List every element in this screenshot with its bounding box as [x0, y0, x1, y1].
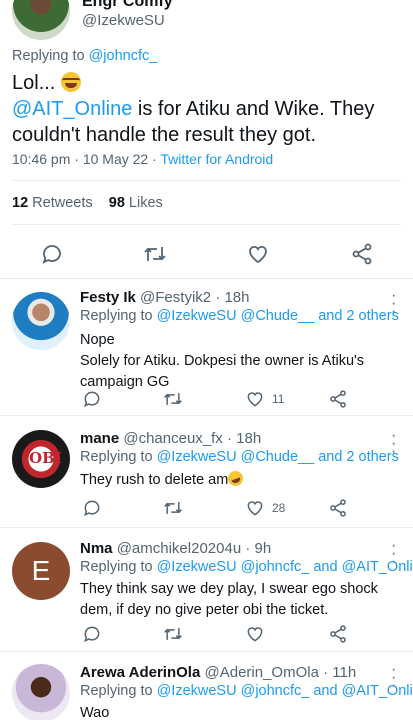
like-icon[interactable] — [246, 242, 270, 266]
reply-handle-time: @Festyik2 · 18h — [140, 289, 250, 306]
reply-handle-time: @chanceux_fx · 18h — [123, 430, 262, 447]
retweet-icon[interactable] — [162, 389, 184, 409]
replying-to-prefix: Replying to — [80, 559, 157, 575]
share-icon[interactable] — [350, 242, 374, 266]
engagement-stats: 12 Retweets 98 Likes — [12, 195, 163, 211]
reply-author[interactable]: mane @chanceux_fx · 18h — [80, 430, 261, 447]
reply-author[interactable]: Festy Ik @Festyik2 · 18h — [80, 289, 249, 306]
retweets-stat[interactable]: 12 Retweets — [12, 195, 93, 211]
replying-to: Replying to @IzekweSU @Chude__ and 2 oth… — [80, 308, 399, 324]
reply-action-bar: 28 — [0, 498, 413, 520]
reply-text-row: They rush to delete am — [80, 468, 400, 491]
replying-to-link[interactable]: @IzekweSU @johncfc_ and @AIT_Online — [157, 559, 413, 575]
laughing-emoji-icon — [60, 72, 81, 92]
retweets-label: Retweets — [32, 195, 93, 211]
replying-to-prefix: Replying to — [80, 449, 157, 465]
likes-stat[interactable]: 98 Likes — [109, 195, 163, 211]
replying-to-prefix: Replying to — [12, 48, 89, 64]
reply-text: Wao — [80, 705, 110, 720]
reply-author-name: Nma — [80, 540, 113, 557]
avatar-text: OBI — [29, 449, 62, 467]
reply-icon[interactable] — [82, 624, 102, 644]
replying-to-prefix: Replying to — [80, 308, 157, 324]
reply-author-name: Festy Ik — [80, 289, 136, 306]
tweet-source[interactable]: Twitter for Android — [160, 151, 273, 167]
reply-author[interactable]: Arewa AderinOla @Aderin_OmOla · 11h — [80, 664, 356, 681]
reply-icon[interactable] — [82, 389, 102, 409]
replying-to-prefix: Replying to — [80, 683, 157, 699]
share-icon[interactable] — [328, 498, 348, 518]
avatar[interactable]: E — [12, 542, 70, 600]
replying-to: Replying to @IzekweSU @johncfc_ and @AIT… — [80, 683, 413, 699]
reply-handle-time: @Aderin_OmOla · 11h — [204, 664, 357, 681]
mention-link[interactable]: @AIT_Online — [12, 98, 132, 120]
list-item[interactable]: OBI mane @chanceux_fx · 18h · · · Replying… — [0, 416, 413, 528]
like-count: 98 — [108, 195, 125, 211]
retweet-icon[interactable] — [162, 498, 184, 518]
reply-like-count: 11 — [272, 392, 285, 406]
retweet-icon[interactable] — [162, 624, 184, 644]
retweet-icon[interactable] — [142, 242, 168, 266]
reply-text: They rush to delete am — [80, 472, 229, 488]
reply-text: They think say we dey play, I swear ego … — [80, 581, 378, 618]
tweet-meta: 10:46 pm · 10 May 22 · Twitter for Andro… — [12, 151, 273, 167]
replying-to-link[interactable]: @IzekweSU @Chude__ and 2 others — [157, 308, 399, 324]
replying-to: Replying to @IzekweSU @Chude__ and 2 oth… — [80, 449, 399, 465]
reply-icon[interactable] — [82, 498, 102, 518]
avatar[interactable] — [12, 664, 70, 720]
reply-handle-time: @amchikel20204u · 9h — [116, 540, 272, 557]
reply-text: Nope Solely for Atiku. Dokpesi the owner… — [80, 332, 365, 390]
like-icon[interactable] — [245, 498, 265, 518]
list-item[interactable]: Arewa AderinOla @Aderin_OmOla · 11h · · · … — [0, 652, 413, 720]
replying-to-link[interactable]: @IzekweSU @Chude__ and 2 others — [157, 449, 399, 465]
reply-author-name: Arewa AderinOla — [80, 664, 201, 681]
divider — [12, 180, 401, 181]
rolling-laughing-emoji-icon — [226, 468, 246, 489]
list-item[interactable]: Festy Ik @Festyik2 · 18h · · · Replying to… — [0, 278, 413, 416]
reply-icon[interactable] — [40, 242, 64, 266]
tweet-timestamp[interactable]: 10:46 pm · 10 May 22 · — [12, 151, 160, 167]
main-action-bar — [0, 240, 413, 268]
avatar[interactable] — [12, 0, 70, 40]
replying-to-link[interactable]: @IzekweSU @johncfc_ and @AIT_Online — [157, 683, 413, 699]
reply-author[interactable]: Nma @amchikel20204u · 9h — [80, 540, 271, 557]
author-handle[interactable]: @IzekweSU — [82, 12, 165, 29]
tweet-text: Lol... @AIT_Online is for Atiku and Wike… — [12, 70, 402, 148]
main-tweet-header: Engr Comfy @IzekweSU — [0, 0, 413, 40]
like-icon[interactable] — [245, 624, 265, 644]
share-icon[interactable] — [328, 389, 348, 409]
replying-to: Replying to @johncfc_ — [12, 48, 157, 64]
reply-action-bar: 11 — [0, 389, 413, 411]
avatar[interactable] — [12, 292, 70, 350]
like-icon[interactable] — [245, 389, 265, 409]
share-icon[interactable] — [328, 624, 348, 644]
replying-to-link[interactable]: @johncfc_ — [89, 48, 158, 64]
likes-label: Likes — [128, 195, 163, 211]
replying-to: Replying to @IzekweSU @johncfc_ and @AIT… — [80, 559, 413, 575]
divider — [12, 224, 401, 225]
reply-like-count: 28 — [272, 501, 286, 515]
reply-author-name: mane — [80, 430, 120, 447]
reply-action-bar — [0, 624, 413, 646]
list-item[interactable]: E Nma @amchikel20204u · 9h · · · Replying … — [0, 528, 413, 652]
retweet-count: 12 — [12, 195, 29, 211]
tweet-text-line1: Lol... — [12, 72, 61, 94]
author-name[interactable]: Engr Comfy — [82, 0, 173, 11]
avatar[interactable]: OBI — [12, 430, 70, 488]
